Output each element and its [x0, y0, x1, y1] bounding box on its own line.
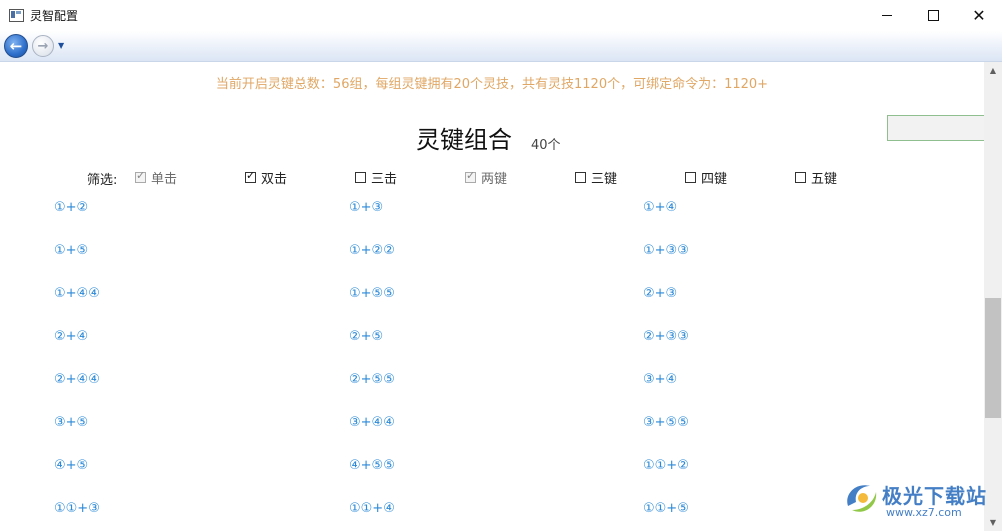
- combo-link[interactable]: ①①+②: [643, 458, 689, 473]
- checkbox[interactable]: [795, 172, 806, 183]
- combo-link[interactable]: ①+②②: [349, 243, 395, 258]
- filter-option-label: 单击: [151, 172, 178, 187]
- window-title: 灵智配置: [30, 9, 79, 23]
- combo-link[interactable]: ②+③: [643, 286, 677, 301]
- maximize-icon: [927, 10, 939, 21]
- checkbox[interactable]: [245, 169, 256, 183]
- main-content: 当前开启灵键总数：56组，每组灵键拥有20个灵技，共有灵技1120个，可绑定命令…: [0, 62, 984, 531]
- combo-link[interactable]: ③+⑤: [54, 415, 88, 430]
- checkbox[interactable]: [685, 172, 696, 183]
- filter-single-click[interactable]: 单击: [135, 168, 177, 187]
- checkbox[interactable]: [465, 169, 476, 183]
- summary-text: 当前开启灵键总数：56组，每组灵键拥有20个灵技，共有灵技1120个，可绑定命令…: [215, 77, 769, 92]
- forward-button[interactable]: →: [32, 35, 54, 57]
- filter-label: 筛选:: [87, 173, 118, 188]
- filter-five-keys[interactable]: 五键: [795, 168, 837, 187]
- app-icon: [9, 9, 24, 22]
- combo-link[interactable]: ①+④④: [54, 286, 100, 301]
- scroll-thumb[interactable]: [985, 298, 1001, 418]
- combo-link[interactable]: ②+④: [54, 329, 88, 344]
- close-button[interactable]: ✕: [956, 0, 1002, 31]
- scroll-up-icon[interactable]: ▲: [984, 62, 1002, 79]
- watermark-logo: 极光下载站 www.xz7.com: [842, 476, 992, 526]
- title-bar: 灵智配置 ✕: [0, 0, 1002, 32]
- filter-two-keys[interactable]: 两键: [465, 168, 507, 187]
- combo-link[interactable]: ①+②: [54, 200, 88, 215]
- combo-link[interactable]: ①①+③: [54, 501, 100, 516]
- history-dropdown-icon[interactable]: ▼: [58, 41, 64, 50]
- combo-link[interactable]: ②+③③: [643, 329, 689, 344]
- filter-option-label: 双击: [261, 172, 288, 187]
- combo-link[interactable]: ①+⑤⑤: [349, 286, 395, 301]
- combo-count: 40个: [531, 138, 561, 153]
- combo-link[interactable]: ②+⑤: [349, 329, 383, 344]
- combo-link[interactable]: ①+③③: [643, 243, 689, 258]
- minimize-icon: [882, 15, 892, 16]
- watermark-text: 极光下载站: [882, 484, 987, 508]
- maximize-button[interactable]: [910, 0, 956, 31]
- combo-link[interactable]: ①+③: [349, 200, 383, 215]
- combo-link[interactable]: ③+④④: [349, 415, 395, 430]
- combo-link[interactable]: ②+④④: [54, 372, 100, 387]
- watermark-url: www.xz7.com: [886, 506, 962, 519]
- navigation-bar: ← → ▼: [0, 31, 1002, 62]
- watermark-swirl-icon: [847, 485, 877, 512]
- vertical-scrollbar[interactable]: ▲ ▼: [984, 62, 1002, 531]
- filter-option-label: 三击: [371, 172, 398, 187]
- page-title: 灵键组合: [416, 126, 512, 154]
- combo-link[interactable]: ④+⑤: [54, 458, 88, 473]
- combo-link[interactable]: ③+⑤⑤: [643, 415, 689, 430]
- back-button[interactable]: ←: [4, 34, 28, 58]
- combo-link[interactable]: ③+④: [643, 372, 677, 387]
- checkbox[interactable]: [575, 172, 586, 183]
- filter-triple-click[interactable]: 三击: [355, 168, 397, 187]
- filter-option-label: 两键: [481, 172, 508, 187]
- combo-link[interactable]: ①+④: [643, 200, 677, 215]
- combo-link[interactable]: ①①+⑤: [643, 501, 689, 516]
- filter-option-label: 五键: [811, 172, 838, 187]
- filter-option-label: 三键: [591, 172, 618, 187]
- filter-double-click[interactable]: 双击: [245, 168, 287, 187]
- back-arrow-icon: ←: [9, 37, 23, 55]
- minimize-button[interactable]: [864, 0, 910, 31]
- checkbox[interactable]: [135, 169, 146, 183]
- combo-link[interactable]: ①①+④: [349, 501, 395, 516]
- close-icon: ✕: [972, 6, 986, 25]
- checkbox[interactable]: [355, 172, 366, 183]
- forward-arrow-icon: →: [37, 38, 49, 54]
- filter-four-keys[interactable]: 四键: [685, 168, 727, 187]
- combo-link[interactable]: ④+⑤⑤: [349, 458, 395, 473]
- combo-link[interactable]: ①+⑤: [54, 243, 88, 258]
- combo-link[interactable]: ②+⑤⑤: [349, 372, 395, 387]
- filter-three-keys[interactable]: 三键: [575, 168, 617, 187]
- filter-option-label: 四键: [701, 172, 728, 187]
